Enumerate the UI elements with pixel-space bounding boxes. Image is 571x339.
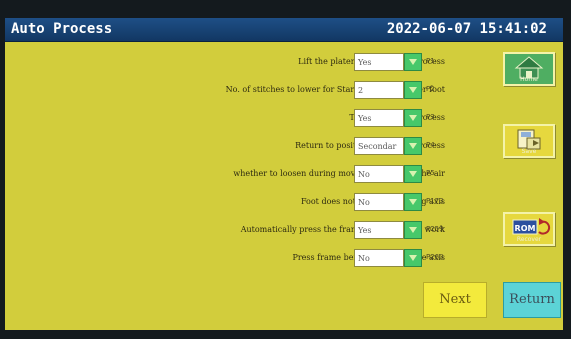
param-row-p260: Press frame before manual move axis No P… [5, 249, 445, 269]
rom-label: Recover [516, 236, 542, 243]
param-row-p2: No. of stitches to lower for Start and E… [5, 81, 445, 101]
chevron-down-icon [409, 227, 417, 233]
dropdown-button[interactable] [404, 81, 422, 99]
param-value-field[interactable]: 2 [354, 81, 404, 99]
home-label: Home [520, 76, 538, 83]
date-time: 2022-06-07 15:41:02 [386, 21, 547, 37]
page-title: Auto Process [11, 21, 113, 37]
param-value-field[interactable]: Yes [354, 53, 404, 71]
chevron-down-icon [409, 171, 417, 177]
dropdown-button[interactable] [404, 109, 422, 127]
param-row-p5: whether to loosen during movement throug… [5, 165, 445, 185]
param-row-p259: Automatically press the frame when start… [5, 221, 445, 241]
title-bar: Auto Process 2022-06-07 15:41:02 [5, 18, 563, 42]
param-row-p4: Return to position after auto process Se… [5, 137, 445, 157]
param-value-field[interactable]: No [354, 249, 404, 267]
param-value-field[interactable]: Secondar [354, 137, 404, 155]
dropdown-button[interactable] [404, 165, 422, 183]
param-row-p3: Trim after auto process Yes P3 [5, 109, 445, 129]
param-code: P4 [426, 141, 435, 149]
param-code: P1 [426, 57, 435, 65]
save-label: Save [521, 148, 537, 155]
param-row-p173: Foot does not lift when moving axis No P… [5, 193, 445, 213]
chevron-down-icon [409, 115, 417, 121]
dropdown-button[interactable] [404, 249, 422, 267]
chevron-down-icon [409, 87, 417, 93]
param-row-p1: Lift the platen up after auto process Ye… [5, 53, 445, 73]
param-value-field[interactable]: No [354, 165, 404, 183]
save-button[interactable]: Save [503, 124, 555, 158]
param-code: P259 [426, 225, 444, 233]
dropdown-button[interactable] [404, 221, 422, 239]
param-code: P2 [426, 85, 435, 93]
return-button[interactable]: Return [503, 282, 561, 318]
auto-process-screen: Auto Process 2022-06-07 15:41:02 Lift th… [5, 18, 563, 330]
chevron-down-icon [409, 59, 417, 65]
next-button[interactable]: Next [423, 282, 487, 318]
param-code: P260 [426, 253, 444, 261]
param-value-field[interactable]: Yes [354, 109, 404, 127]
dropdown-button[interactable] [404, 137, 422, 155]
dropdown-button[interactable] [404, 193, 422, 211]
chevron-down-icon [409, 199, 417, 205]
param-value-field[interactable]: No [354, 193, 404, 211]
param-value-field[interactable]: Yes [354, 221, 404, 239]
rom-chip-text: ROM [515, 224, 536, 233]
chevron-down-icon [409, 143, 417, 149]
param-code: P5 [426, 169, 435, 177]
rom-recover-button[interactable]: ROM Recover [503, 212, 555, 246]
dropdown-button[interactable] [404, 53, 422, 71]
param-code: P3 [426, 113, 435, 121]
home-button[interactable]: Home [503, 52, 555, 86]
chevron-down-icon [409, 255, 417, 261]
param-code: P173 [426, 197, 444, 205]
